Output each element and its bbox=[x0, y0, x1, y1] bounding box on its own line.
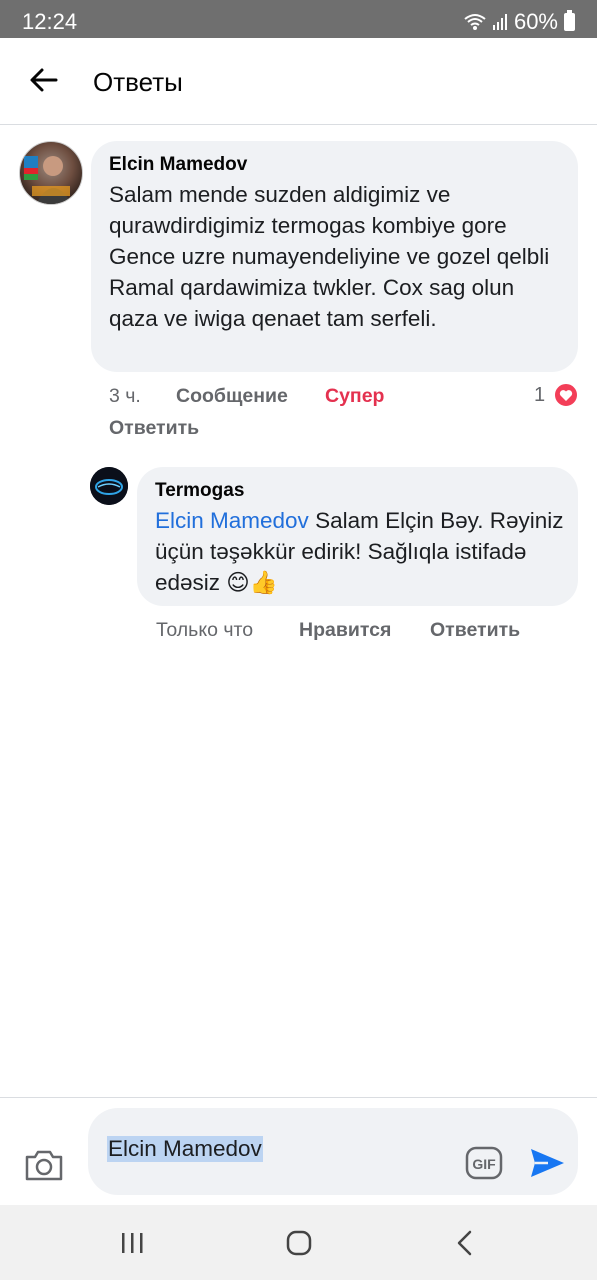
comment-bubble: Elcin Mamedov Salam mende suzden aldigim… bbox=[91, 141, 578, 372]
back-icon[interactable] bbox=[448, 1227, 484, 1259]
battery-icon bbox=[564, 10, 575, 31]
wifi-icon bbox=[464, 14, 486, 30]
home-icon[interactable] bbox=[281, 1227, 317, 1259]
comment-author[interactable]: Elcin Mamedov bbox=[109, 154, 247, 176]
heart-icon[interactable] bbox=[553, 382, 579, 408]
gif-label: GIF bbox=[472, 1156, 496, 1172]
page-title: Ответы bbox=[93, 67, 183, 97]
comment-input-value[interactable]: Elcin Mamedov bbox=[107, 1136, 263, 1162]
camera-icon[interactable] bbox=[22, 1145, 66, 1185]
reply-bubble: Termogas Elcin Mamedov Salam Elçin Bəy. … bbox=[137, 467, 578, 606]
reaction-button[interactable]: Супер bbox=[325, 385, 384, 408]
battery-percent: 60% bbox=[513, 9, 558, 34]
system-nav-bar bbox=[0, 1205, 597, 1280]
status-time: 12:24 bbox=[22, 9, 78, 34]
reply-author[interactable]: Termogas bbox=[155, 480, 244, 502]
signal-icon bbox=[492, 14, 507, 30]
comment-input[interactable]: Elcin Mamedov GIF bbox=[88, 1108, 578, 1195]
reply-button[interactable]: Ответить bbox=[430, 619, 520, 642]
divider bbox=[0, 1097, 597, 1098]
comment-text: Salam mende suzden aldigimiz ve qurawdir… bbox=[109, 182, 550, 331]
gif-icon[interactable]: GIF bbox=[465, 1146, 503, 1180]
status-bar: 12:24 60% bbox=[0, 0, 597, 38]
mention-link[interactable]: Elcin Mamedov bbox=[155, 508, 309, 533]
header: Ответы bbox=[0, 38, 597, 125]
avatar[interactable] bbox=[90, 467, 128, 505]
reply-time: Только что bbox=[156, 619, 254, 641]
send-icon[interactable] bbox=[528, 1146, 566, 1180]
message-button[interactable]: Сообщение bbox=[176, 385, 288, 408]
reply-button[interactable]: Ответить bbox=[109, 417, 199, 440]
comment-time: 3 ч. bbox=[109, 385, 141, 407]
recent-apps-icon[interactable] bbox=[114, 1227, 150, 1259]
reaction-count[interactable]: 1 bbox=[534, 384, 545, 407]
back-arrow-icon[interactable] bbox=[26, 62, 62, 98]
termogas-logo-icon bbox=[90, 467, 128, 505]
avatar-image bbox=[24, 156, 72, 204]
reply-text: Elcin Mamedov Salam Elçin Bəy. Rəyiniz ü… bbox=[155, 505, 570, 598]
like-button[interactable]: Нравится bbox=[299, 619, 391, 642]
status-icons: 60% bbox=[464, 9, 575, 35]
avatar[interactable] bbox=[19, 141, 83, 205]
